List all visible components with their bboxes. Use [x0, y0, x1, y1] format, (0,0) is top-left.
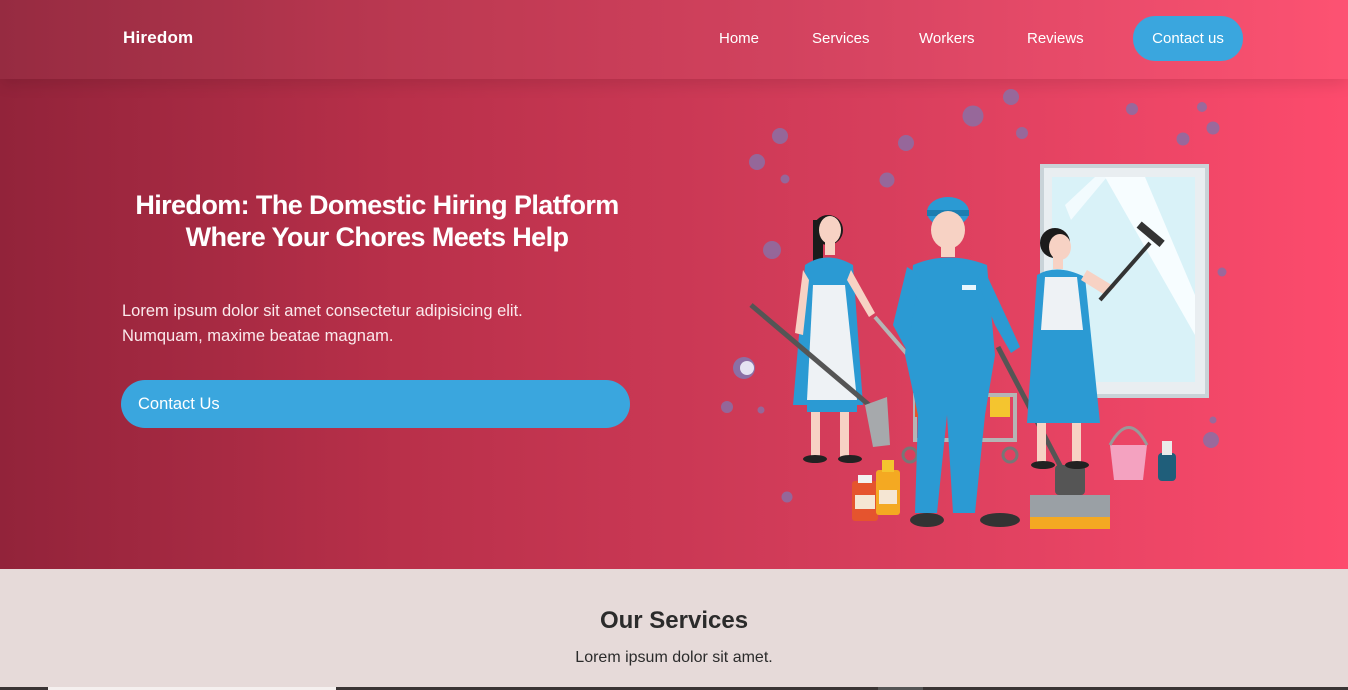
- navbar: Hiredom Home Services Workers Reviews Co…: [0, 0, 1348, 79]
- brand-logo[interactable]: Hiredom: [123, 28, 193, 48]
- nav-link-workers[interactable]: Workers: [919, 30, 975, 47]
- hero-description: Lorem ipsum dolor sit amet consectetur a…: [122, 302, 523, 345]
- services-subtitle: Lorem ipsum dolor sit amet.: [575, 649, 773, 666]
- nav-link-services[interactable]: Services: [812, 30, 870, 47]
- nav-link-reviews[interactable]: Reviews: [1027, 30, 1084, 47]
- cleaning-workers-illustration: [721, 89, 1227, 529]
- contact-us-hero-button[interactable]: Contact Us: [121, 380, 630, 428]
- hero-section: Hiredom Home Services Workers Reviews Co…: [0, 0, 1348, 569]
- services-title: Our Services: [599, 607, 749, 634]
- nav-link-home[interactable]: Home: [719, 30, 759, 47]
- contact-us-nav-button[interactable]: Contact us: [1133, 16, 1243, 61]
- hero-title: Hiredom: The Domestic Hiring Platform Wh…: [135, 190, 619, 252]
